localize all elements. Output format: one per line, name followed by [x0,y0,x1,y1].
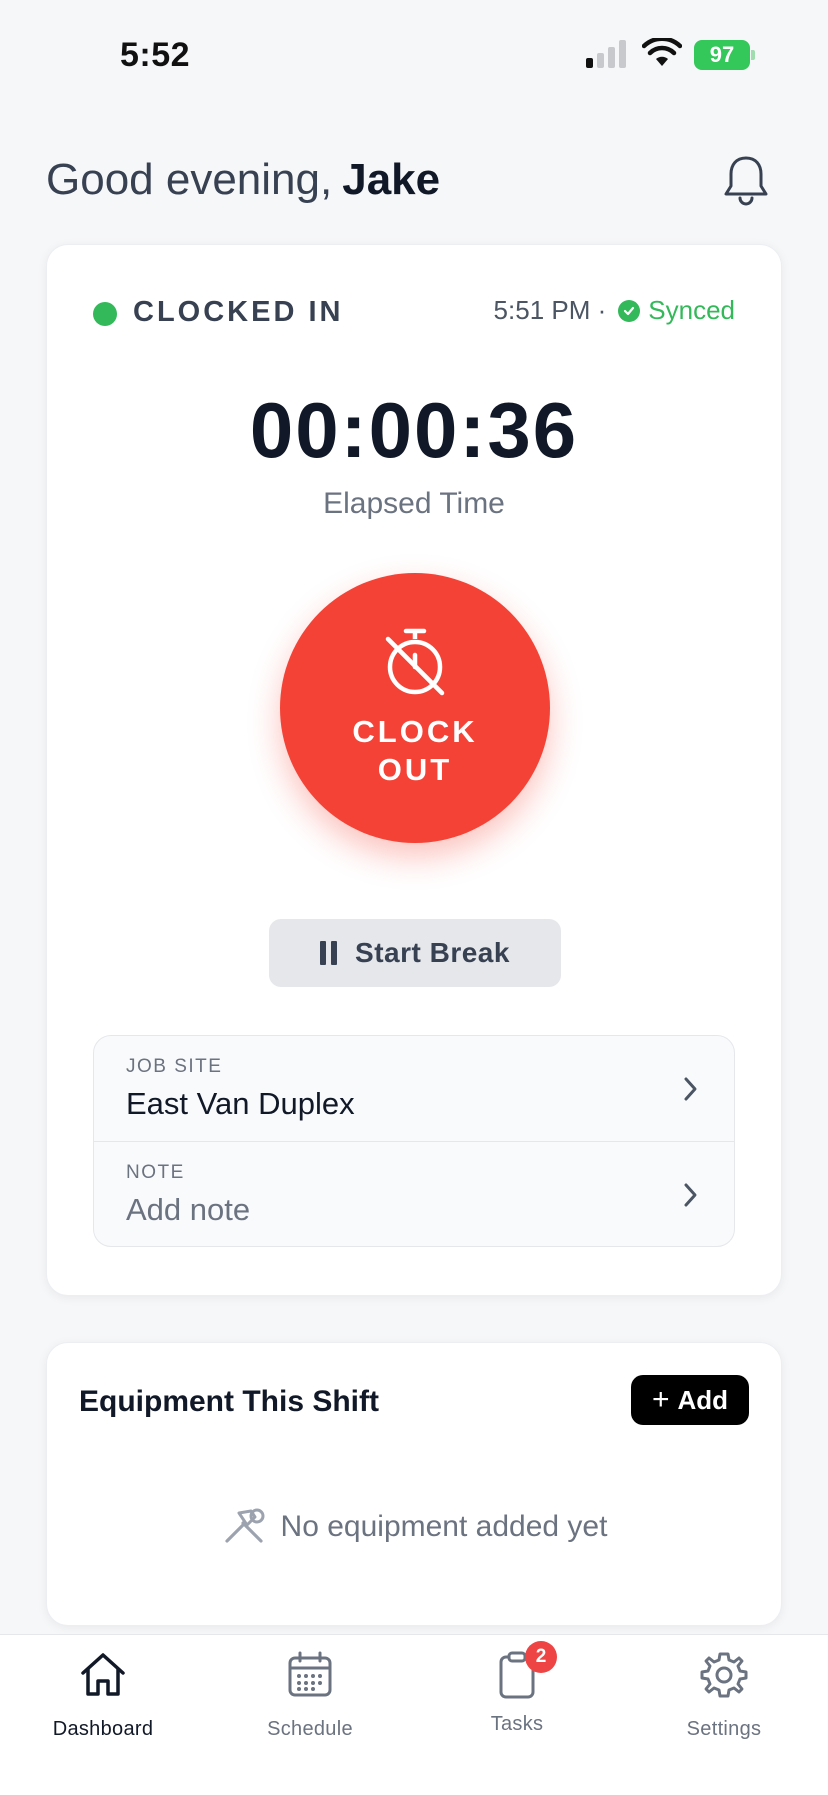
synced-label: Synced [648,295,735,325]
chevron-right-icon [684,1077,697,1101]
note-placeholder: Add note [126,1192,251,1227]
elapsed-label: Elapsed Time [323,487,505,520]
job-site-value: East Van Duplex [126,1086,355,1121]
calendar-icon [288,1651,332,1697]
start-break-label: Start Break [355,937,510,968]
tab-settings-label: Settings [686,1718,762,1740]
clock-in-time: 5:51 PM · [493,295,607,325]
battery-level: 97 [694,40,750,70]
elapsed-timer: 00:00:36 [249,386,579,474]
battery-icon: 97 [694,40,756,70]
clock-out-label: CLOCK OUT [352,714,478,787]
tab-tasks-label: Tasks [490,1713,544,1735]
plus-icon: + [651,1383,670,1416]
job-site-row[interactable]: JOB SITE East Van Duplex [94,1036,734,1142]
tab-tasks[interactable]: 2 Tasks [437,1641,597,1736]
status-bar: 5:52 97 [0,0,828,110]
shift-details: JOB SITE East Van Duplex NOTE Add note [93,1035,735,1247]
tab-dashboard[interactable]: Dashboard [23,1649,183,1741]
note-row[interactable]: NOTE Add note [94,1142,734,1246]
greeting: Good evening, Jake [46,155,440,205]
check-circle-icon [618,299,641,322]
sync-status: 5:51 PM · Synced [494,295,735,326]
cellular-signal-icon [586,40,630,68]
pause-icon [320,941,338,965]
empty-text: No equipment added yet [280,1510,608,1543]
timer-off-icon [385,628,445,696]
equipment-title: Equipment This Shift [79,1385,379,1418]
tab-schedule-label: Schedule [267,1718,353,1740]
start-break-button[interactable]: Start Break [269,919,561,987]
clock-card: CLOCKED IN 5:51 PM · Synced 00:00:36 Ela… [46,244,782,1296]
tab-schedule[interactable]: Schedule [230,1649,390,1741]
clocked-in-indicator [93,302,117,326]
tab-dashboard-label: Dashboard [52,1718,154,1740]
user-name: Jake [342,155,441,204]
clock-status-label: CLOCKED IN [133,296,344,328]
greeting-text: Good evening, [46,155,333,204]
clock-out-button[interactable]: CLOCK OUT [280,573,550,843]
wifi-icon [642,38,682,66]
add-equipment-button[interactable]: + Add [631,1375,749,1425]
tab-bar: Dashboard Schedule 2 Tasks Settings [0,1634,828,1795]
add-label: Add [677,1384,729,1415]
status-time: 5:52 [120,36,191,74]
tools-icon [224,1508,265,1543]
home-icon [81,1653,125,1696]
tab-settings[interactable]: Settings [644,1649,804,1741]
equipment-card: Equipment This Shift + Add No equipment … [46,1342,782,1626]
equipment-empty-state: No equipment added yet [47,1507,781,1547]
gear-icon [700,1652,748,1698]
tasks-badge: 2 [525,1641,557,1673]
chevron-right-icon [684,1183,697,1207]
job-site-label: JOB SITE [126,1056,223,1077]
bell-icon[interactable] [720,152,772,208]
note-label: NOTE [126,1162,185,1183]
